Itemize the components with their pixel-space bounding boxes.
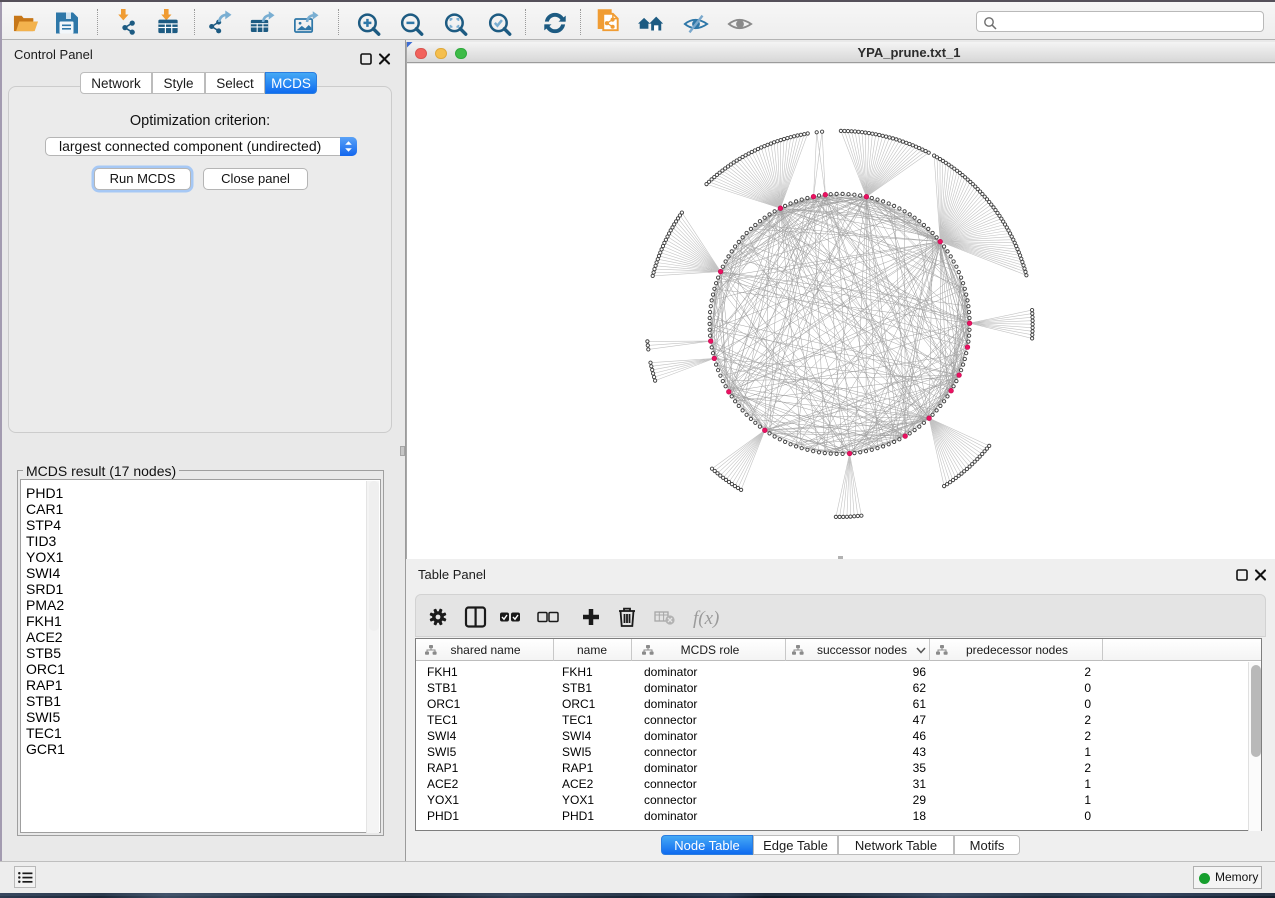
svg-text:f(x): f(x) (693, 608, 719, 629)
